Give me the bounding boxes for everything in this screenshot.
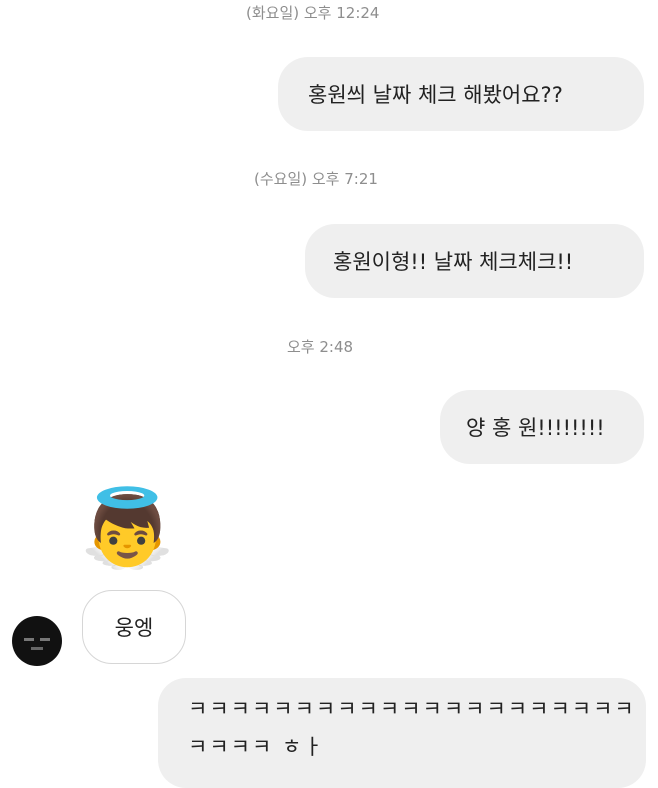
timestamp: (수요일) 오후 7:21 — [254, 170, 378, 188]
avatar-mouth — [31, 647, 43, 650]
baby-angel-emoji: 👼 — [80, 483, 175, 572]
avatar[interactable] — [12, 616, 62, 666]
received-message[interactable]: 웅엥 — [82, 590, 186, 664]
sent-message[interactable]: 양 홍 원!!!!!!!! — [440, 390, 644, 464]
timestamp: 오후 2:48 — [287, 338, 354, 356]
sent-message[interactable]: ㅋㅋㅋㅋㅋㅋㅋㅋㅋㅋㅋㅋㅋㅋㅋㅋㅋㅋㅋㅋㅋ ㅋㅋㅋㅋ ㅎㅏ — [158, 678, 646, 788]
avatar-eye — [24, 638, 34, 641]
sent-message[interactable]: 홍원이형!! 날짜 체크체크!! — [305, 224, 644, 298]
message-text: 홍원씌 날짜 체크 해봤어요?? — [308, 83, 563, 107]
message-text: 양 홍 원!!!!!!!! — [466, 416, 605, 440]
message-text-line: ㅋㅋㅋㅋㅋㅋㅋㅋㅋㅋㅋㅋㅋㅋㅋㅋㅋㅋㅋㅋㅋ — [188, 697, 636, 721]
message-text: 웅엥 — [114, 616, 154, 640]
message-text-line: ㅋㅋㅋㅋ ㅎㅏ — [188, 735, 325, 759]
sent-message[interactable]: 홍원씌 날짜 체크 해봤어요?? — [278, 57, 644, 131]
avatar-eye — [40, 638, 50, 641]
timestamp: (화요일) 오후 12:24 — [246, 4, 380, 22]
message-text: 홍원이형!! 날짜 체크체크!! — [333, 250, 574, 274]
